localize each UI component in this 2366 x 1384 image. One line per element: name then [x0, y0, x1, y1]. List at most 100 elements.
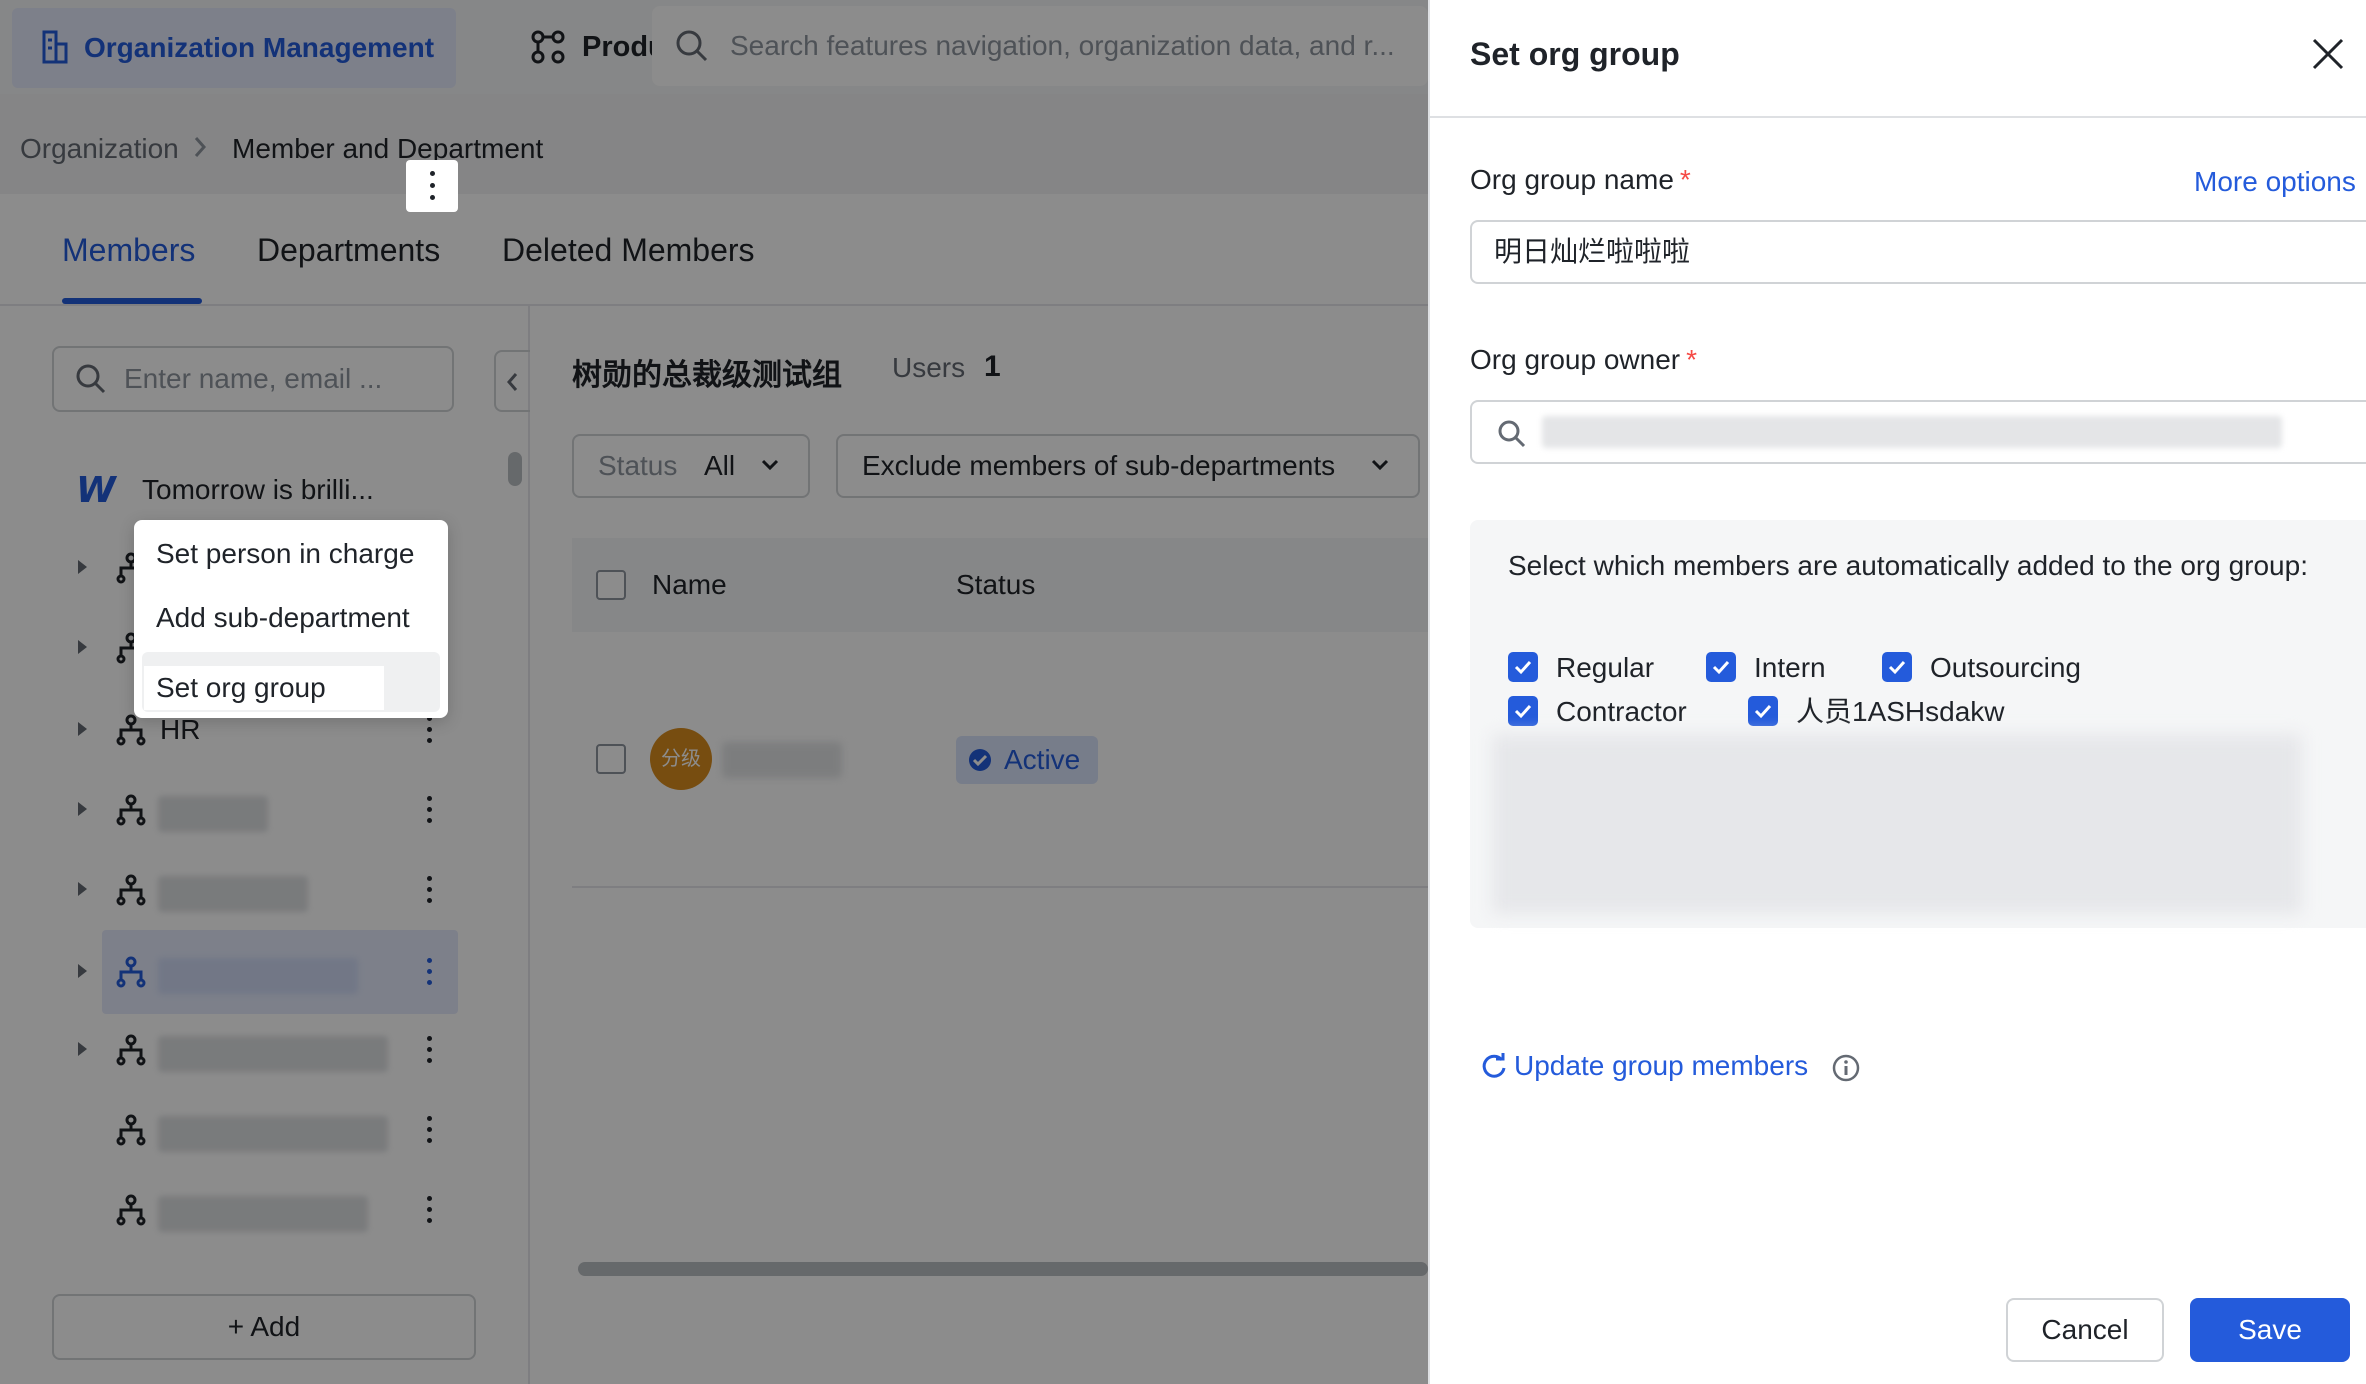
- department-icon: [116, 956, 146, 988]
- more-options-link[interactable]: More options: [2194, 166, 2356, 198]
- more-options-icon[interactable]: [416, 1030, 442, 1070]
- checked-icon: [1748, 696, 1778, 726]
- member-types-question: Select which members are automatically a…: [1508, 550, 2308, 581]
- redacted-name: [158, 1116, 388, 1152]
- tree-item[interactable]: [0, 1010, 500, 1090]
- checkbox-label: Regular: [1556, 652, 1655, 683]
- required-mark: *: [1679, 164, 1691, 195]
- save-button[interactable]: Save: [2190, 1298, 2350, 1362]
- org-group-owner-field[interactable]: [1470, 400, 2366, 464]
- tab-label: Produ: [582, 31, 652, 63]
- check-circle-icon: [969, 749, 991, 771]
- filter-value: All: [704, 450, 736, 481]
- members-panel: 树勋的总裁级测试组 Users 1 Status All Exclude mem…: [532, 306, 1428, 1384]
- set-org-group-drawer: Set org group Org group name * More optio…: [1428, 0, 2366, 1384]
- org-group-name-field[interactable]: 明日灿烂啦啦啦: [1470, 220, 2366, 284]
- global-search-input[interactable]: Search features navigation, organization…: [652, 6, 1428, 86]
- sub-department-filter-select[interactable]: Exclude members of sub-departments: [836, 434, 1420, 498]
- breadcrumb-root[interactable]: Organization: [20, 94, 179, 204]
- checkbox-label: Intern: [1754, 652, 1826, 683]
- redacted-name: [158, 796, 268, 832]
- breadcrumb: Organization Member and Department: [0, 94, 1428, 194]
- field-value: 明日灿烂啦啦啦: [1494, 236, 1691, 267]
- caret-right-icon[interactable]: [78, 882, 87, 896]
- department-icon: [116, 1034, 146, 1066]
- department-icon: [116, 1114, 146, 1146]
- app-background: Organization Management Produ Search fea…: [0, 0, 1428, 1384]
- update-link-text: Update group members: [1514, 1050, 1809, 1081]
- chevron-down-icon: [1371, 459, 1389, 471]
- top-bar: Organization Management Produ Search fea…: [0, 0, 1428, 94]
- menu-item-set-person-in-charge[interactable]: Set person in charge: [156, 526, 414, 582]
- caret-right-icon[interactable]: [78, 964, 87, 978]
- caret-right-icon[interactable]: [78, 560, 87, 574]
- more-options-icon[interactable]: [416, 1190, 442, 1230]
- users-count: 1: [984, 350, 1001, 383]
- close-icon[interactable]: [2310, 36, 2346, 72]
- search-icon: [1498, 420, 1526, 448]
- tab-product[interactable]: Produ: [530, 14, 652, 80]
- menu-item-set-org-group[interactable]: Set org group: [144, 666, 384, 710]
- chevron-down-icon: [761, 459, 779, 471]
- table-header: Name Status: [572, 538, 1428, 632]
- tab-members[interactable]: Members: [62, 194, 195, 306]
- tree-item[interactable]: [0, 1090, 500, 1170]
- caret-right-icon[interactable]: [78, 640, 87, 654]
- group-title: 树勋的总裁级测试组: [572, 359, 842, 392]
- more-options-icon[interactable]: [416, 1110, 442, 1150]
- info-icon[interactable]: [1832, 1054, 1860, 1082]
- department-icon: [116, 1194, 146, 1226]
- tree-root-item[interactable]: W Tomorrow is brilli...: [0, 450, 470, 530]
- column-name: Name: [652, 569, 727, 600]
- tab-label: Organization Management: [84, 32, 435, 63]
- search-icon: [76, 364, 106, 394]
- tree-item[interactable]: [0, 770, 500, 850]
- caret-right-icon[interactable]: [78, 802, 87, 816]
- redacted-content: [1492, 734, 2302, 914]
- status-text: Active: [1004, 744, 1081, 775]
- more-options-icon[interactable]: [416, 952, 442, 992]
- tab-deleted-members[interactable]: Deleted Members: [502, 194, 755, 306]
- tree-item-selected[interactable]: [0, 932, 500, 1012]
- select-all-checkbox[interactable]: [596, 570, 626, 600]
- caret-right-icon[interactable]: [78, 1042, 87, 1056]
- refresh-icon: [1482, 1053, 1506, 1078]
- checked-icon: [1882, 652, 1912, 682]
- checkbox-label: Outsourcing: [1930, 652, 2081, 683]
- collapse-panel-button[interactable]: [494, 350, 530, 412]
- department-search-input[interactable]: Enter name, email ...: [52, 346, 454, 412]
- active-tab-indicator: [62, 298, 202, 304]
- drawer-title: Set org group: [1470, 36, 1680, 72]
- redacted-name: [158, 1036, 388, 1072]
- users-label: Users: [892, 352, 966, 383]
- menu-item-add-sub-department[interactable]: Add sub-department: [156, 590, 410, 646]
- tab-organization-management[interactable]: Organization Management: [12, 8, 456, 88]
- tree-item[interactable]: [0, 850, 500, 930]
- drawer-header: Set org group: [1430, 0, 2366, 118]
- root-more-options-icon[interactable]: [406, 160, 458, 212]
- chevron-left-icon: [507, 373, 518, 391]
- cancel-button[interactable]: Cancel: [2006, 1298, 2164, 1362]
- table-row[interactable]: 分级 Active: [572, 632, 1428, 888]
- row-checkbox[interactable]: [596, 744, 626, 774]
- filter-value: Exclude members of sub-departments: [862, 450, 1336, 481]
- avatar: 分级: [650, 728, 712, 790]
- column-status: Status: [956, 569, 1036, 600]
- caret-right-icon[interactable]: [78, 722, 87, 736]
- department-icon: [116, 794, 146, 826]
- tree-scrollbar[interactable]: [508, 452, 522, 486]
- checkbox-label: Contractor: [1556, 696, 1687, 727]
- horizontal-scrollbar[interactable]: [578, 1262, 1428, 1276]
- more-options-icon[interactable]: [416, 790, 442, 830]
- redacted-name: [722, 742, 842, 778]
- status-filter-select[interactable]: Status All: [572, 434, 810, 498]
- more-options-icon[interactable]: [416, 870, 442, 910]
- building-icon: [42, 30, 68, 64]
- add-button[interactable]: + Add: [52, 1294, 476, 1360]
- tree-item[interactable]: [0, 1170, 500, 1250]
- redacted-name: [158, 1196, 368, 1232]
- checked-icon: [1508, 652, 1538, 682]
- product-icon: [531, 30, 565, 64]
- required-mark: *: [1686, 344, 1698, 375]
- member-types-box: Select which members are automatically a…: [1470, 520, 2366, 928]
